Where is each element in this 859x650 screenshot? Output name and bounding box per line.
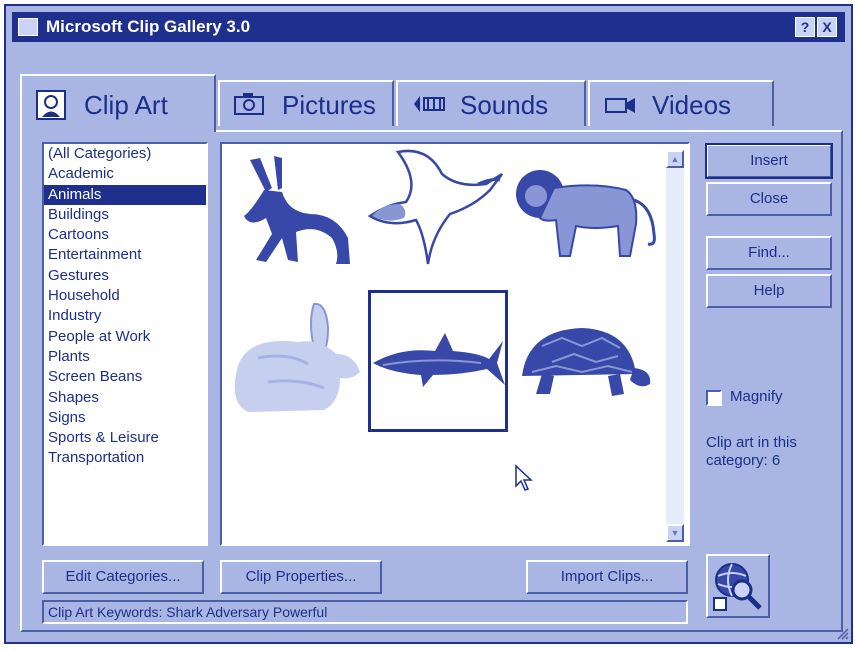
list-item-selected[interactable]: Animals: [44, 184, 206, 205]
search-online-button[interactable]: [706, 554, 770, 618]
sounds-icon: [412, 92, 446, 123]
shark-clip: [373, 333, 505, 387]
list-item[interactable]: Academic: [44, 164, 206, 184]
shark-clip-selected[interactable]: [368, 290, 508, 432]
tab-sounds[interactable]: Sounds: [396, 80, 586, 126]
list-item[interactable]: (All Categories): [44, 144, 206, 164]
tab-pictures-label: Pictures: [282, 90, 376, 120]
help-title-button[interactable]: ?: [795, 17, 815, 37]
list-item[interactable]: Transportation: [44, 448, 206, 468]
scroll-down-icon[interactable]: ▼: [666, 524, 684, 542]
window-title: Microsoft Clip Gallery 3.0: [46, 17, 251, 36]
clip-art-panel: (All Categories) Academic Animals Buildi…: [20, 130, 843, 632]
clip-gallery-window: Microsoft Clip Gallery 3.0 ? X Clip Art …: [4, 4, 853, 644]
list-item[interactable]: Plants: [44, 347, 206, 367]
video-camera-icon: [604, 92, 638, 123]
tab-pictures[interactable]: Pictures: [218, 80, 394, 126]
clip-count-line2: category: 6: [706, 452, 781, 469]
clip-preview-area[interactable]: ▲ ▼: [220, 142, 690, 546]
clip-properties-button[interactable]: Clip Properties...: [220, 560, 382, 594]
tab-clip-art[interactable]: Clip Art: [20, 74, 216, 132]
clip-count-line1: Clip art in this: [706, 434, 797, 451]
dove-clip[interactable]: [368, 144, 518, 279]
list-item[interactable]: Gestures: [44, 266, 206, 286]
find-button[interactable]: Find...: [706, 236, 832, 270]
scroll-up-icon[interactable]: ▲: [666, 150, 684, 168]
vertical-scrollbar[interactable]: ▲ ▼: [666, 150, 684, 542]
globe-magnifier-icon: [713, 563, 762, 611]
list-item[interactable]: Sports & Leisure: [44, 428, 206, 448]
list-item[interactable]: Screen Beans: [44, 367, 206, 387]
title-bar[interactable]: Microsoft Clip Gallery 3.0 ? X: [12, 12, 845, 42]
list-item[interactable]: Cartoons: [44, 225, 206, 245]
list-item[interactable]: People at Work: [44, 327, 206, 347]
lion-clip[interactable]: [514, 164, 664, 264]
app-icon: [18, 18, 38, 36]
edit-categories-button[interactable]: Edit Categories...: [42, 560, 204, 594]
rabbit-clip[interactable]: [228, 302, 368, 420]
list-item[interactable]: Household: [44, 286, 206, 306]
list-item[interactable]: Entertainment: [44, 245, 206, 265]
mouse-cursor-icon: [515, 464, 533, 491]
resize-grip-icon[interactable]: [835, 626, 849, 640]
turtle-clip[interactable]: [512, 324, 652, 404]
tab-clip-art-label: Clip Art: [84, 90, 168, 120]
keywords-status-bar: Clip Art Keywords: Shark Adversary Power…: [42, 600, 688, 624]
close-button[interactable]: Close: [706, 182, 832, 216]
clip-art-icon: [36, 90, 66, 127]
tab-sounds-label: Sounds: [460, 90, 549, 120]
camera-icon: [234, 92, 264, 123]
magnify-label[interactable]: Magnify: [730, 388, 783, 405]
magnify-checkbox[interactable]: [706, 390, 722, 406]
list-item[interactable]: Industry: [44, 306, 206, 326]
help-button[interactable]: Help: [706, 274, 832, 308]
tab-videos-label: Videos: [652, 90, 732, 120]
close-title-button[interactable]: X: [817, 17, 837, 37]
tab-videos[interactable]: Videos: [588, 80, 774, 126]
insert-button[interactable]: Insert: [705, 143, 833, 179]
list-item[interactable]: Buildings: [44, 205, 206, 225]
list-item[interactable]: Shapes: [44, 388, 206, 408]
import-clips-button[interactable]: Import Clips...: [526, 560, 688, 594]
category-list[interactable]: (All Categories) Academic Animals Buildi…: [42, 142, 208, 546]
list-item[interactable]: Signs: [44, 408, 206, 428]
donkey-clip[interactable]: [236, 152, 356, 272]
